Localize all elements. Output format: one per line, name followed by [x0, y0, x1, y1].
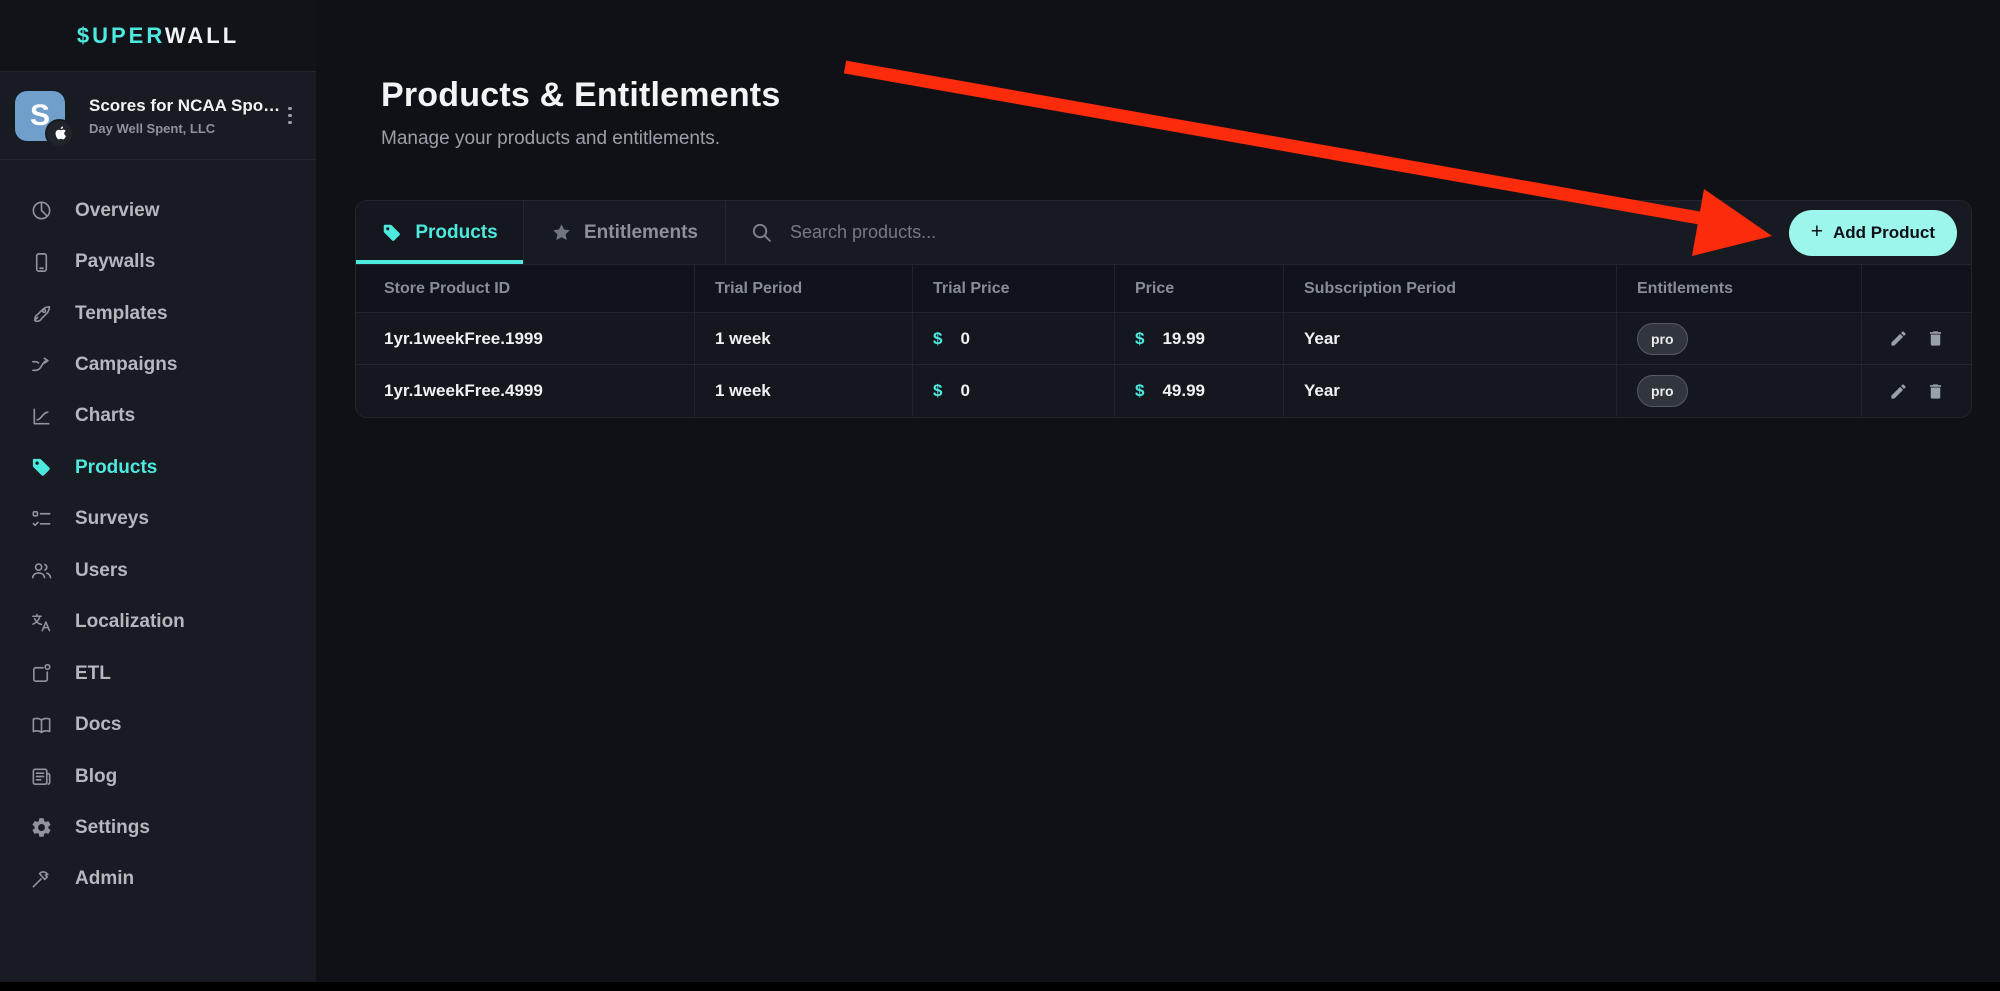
sidebar-item-surveys[interactable]: Surveys: [0, 494, 316, 545]
sidebar-nav: Overview Paywalls Templates Campaigns Ch…: [0, 185, 316, 905]
sidebar-item-charts[interactable]: Charts: [0, 391, 316, 442]
table-row[interactable]: 1yr.1weekFree.4999 1 week $0 $49.99 Year…: [356, 365, 1971, 417]
docs-icon: [30, 714, 53, 737]
cell-actions: [1862, 365, 1971, 417]
app-name: Scores for NCAA Spo…: [89, 96, 280, 116]
etl-icon: [30, 662, 53, 685]
plus-icon: +: [1811, 220, 1823, 244]
cell-entitlements: pro: [1617, 313, 1862, 364]
cell-actions: [1862, 313, 1971, 364]
app-meta: Scores for NCAA Spo… Day Well Spent, LLC: [89, 96, 280, 136]
sidebar-item-docs[interactable]: Docs: [0, 699, 316, 750]
cell-subscription-period: Year: [1284, 365, 1617, 417]
superwall-logo[interactable]: $UPERWALL: [0, 0, 316, 72]
search-input[interactable]: [788, 221, 1208, 244]
cell-store-product-id: 1yr.1weekFree.4999: [356, 365, 695, 417]
sidebar-item-localization[interactable]: Localization: [0, 597, 316, 648]
table-row[interactable]: 1yr.1weekFree.1999 1 week $0 $19.99 Year…: [356, 313, 1971, 365]
logo-rest: WALL: [165, 23, 239, 48]
sidebar-item-users[interactable]: Users: [0, 545, 316, 596]
entitlement-badge: pro: [1637, 375, 1688, 407]
dollar-icon: $: [933, 329, 942, 349]
cell-price: $19.99: [1115, 313, 1284, 364]
kebab-menu-icon: [288, 107, 292, 111]
entitlement-badge: pro: [1637, 323, 1688, 355]
hammer-icon: [30, 868, 53, 891]
tab-products[interactable]: Products: [356, 201, 524, 264]
cell-entitlements: pro: [1617, 365, 1862, 417]
cell-trial-price: $0: [913, 313, 1115, 364]
sidebar-item-etl[interactable]: ETL: [0, 648, 316, 699]
sidebar-item-paywalls[interactable]: Paywalls: [0, 236, 316, 287]
page-title: Products & Entitlements: [381, 76, 780, 115]
apple-badge-icon: [45, 119, 74, 148]
page-subtitle: Manage your products and entitlements.: [381, 128, 780, 150]
gear-icon: [30, 816, 53, 839]
trash-icon: [1926, 382, 1945, 401]
overview-icon: [30, 199, 53, 222]
users-icon: [30, 559, 53, 582]
sidebar: $UPERWALL S Scores for NCAA Spo… Day Wel…: [0, 0, 316, 991]
sidebar-item-products[interactable]: Products: [0, 442, 316, 493]
tab-bar: Products Entitlements + Add Product: [356, 201, 1971, 265]
delete-button[interactable]: [1926, 382, 1945, 401]
page-header: Products & Entitlements Manage your prod…: [381, 76, 780, 150]
edit-button[interactable]: [1889, 382, 1908, 401]
delete-button[interactable]: [1926, 329, 1945, 348]
dollar-icon: $: [1135, 329, 1144, 349]
sidebar-item-overview[interactable]: Overview: [0, 185, 316, 236]
col-subscription-period: Subscription Period: [1284, 265, 1617, 312]
add-product-button[interactable]: + Add Product: [1789, 210, 1957, 256]
logo-accent: $UPER: [77, 23, 165, 48]
sidebar-item-settings[interactable]: Settings: [0, 802, 316, 853]
search-bar: [726, 201, 1789, 264]
blog-icon: [30, 765, 53, 788]
products-panel: Products Entitlements + Add Product Stor…: [355, 200, 1972, 418]
paywalls-icon: [30, 251, 53, 274]
dollar-icon: $: [1135, 381, 1144, 401]
cell-store-product-id: 1yr.1weekFree.1999: [356, 313, 695, 364]
col-store-product-id: Store Product ID: [356, 265, 695, 312]
col-price: Price: [1115, 265, 1284, 312]
surveys-icon: [30, 508, 53, 531]
search-icon: [750, 221, 773, 244]
cell-trial-period: 1 week: [695, 365, 913, 417]
pencil-icon: [1889, 382, 1908, 401]
cell-trial-price: $0: [913, 365, 1115, 417]
app-company: Day Well Spent, LLC: [89, 121, 280, 136]
tab-entitlements[interactable]: Entitlements: [524, 201, 726, 264]
col-entitlements: Entitlements: [1617, 265, 1862, 312]
sidebar-item-blog[interactable]: Blog: [0, 751, 316, 802]
bottom-edge: [0, 982, 2000, 991]
add-product-label: Add Product: [1833, 223, 1935, 243]
tag-icon: [381, 222, 403, 244]
col-trial-price: Trial Price: [913, 265, 1115, 312]
cell-price: $49.99: [1115, 365, 1284, 417]
sidebar-item-templates[interactable]: Templates: [0, 288, 316, 339]
app-menu-button[interactable]: [280, 101, 300, 131]
logo-text: $UPERWALL: [77, 23, 239, 49]
sidebar-item-campaigns[interactable]: Campaigns: [0, 339, 316, 390]
campaigns-icon: [30, 354, 53, 377]
cell-trial-period: 1 week: [695, 313, 913, 364]
edit-button[interactable]: [1889, 329, 1908, 348]
sidebar-item-admin[interactable]: Admin: [0, 854, 316, 905]
pencil-icon: [1889, 329, 1908, 348]
cell-subscription-period: Year: [1284, 313, 1617, 364]
app-icon: S: [15, 91, 65, 141]
star-icon: [551, 222, 572, 243]
col-trial-period: Trial Period: [695, 265, 913, 312]
trash-icon: [1926, 329, 1945, 348]
rocket-icon: [30, 302, 53, 325]
localization-icon: [30, 611, 53, 634]
charts-icon: [30, 405, 53, 428]
table-header-row: Store Product ID Trial Period Trial Pric…: [356, 265, 1971, 313]
dollar-icon: $: [933, 381, 942, 401]
col-actions: [1862, 265, 1971, 312]
app-switcher[interactable]: S Scores for NCAA Spo… Day Well Spent, L…: [0, 72, 316, 160]
tag-icon: [30, 456, 53, 479]
